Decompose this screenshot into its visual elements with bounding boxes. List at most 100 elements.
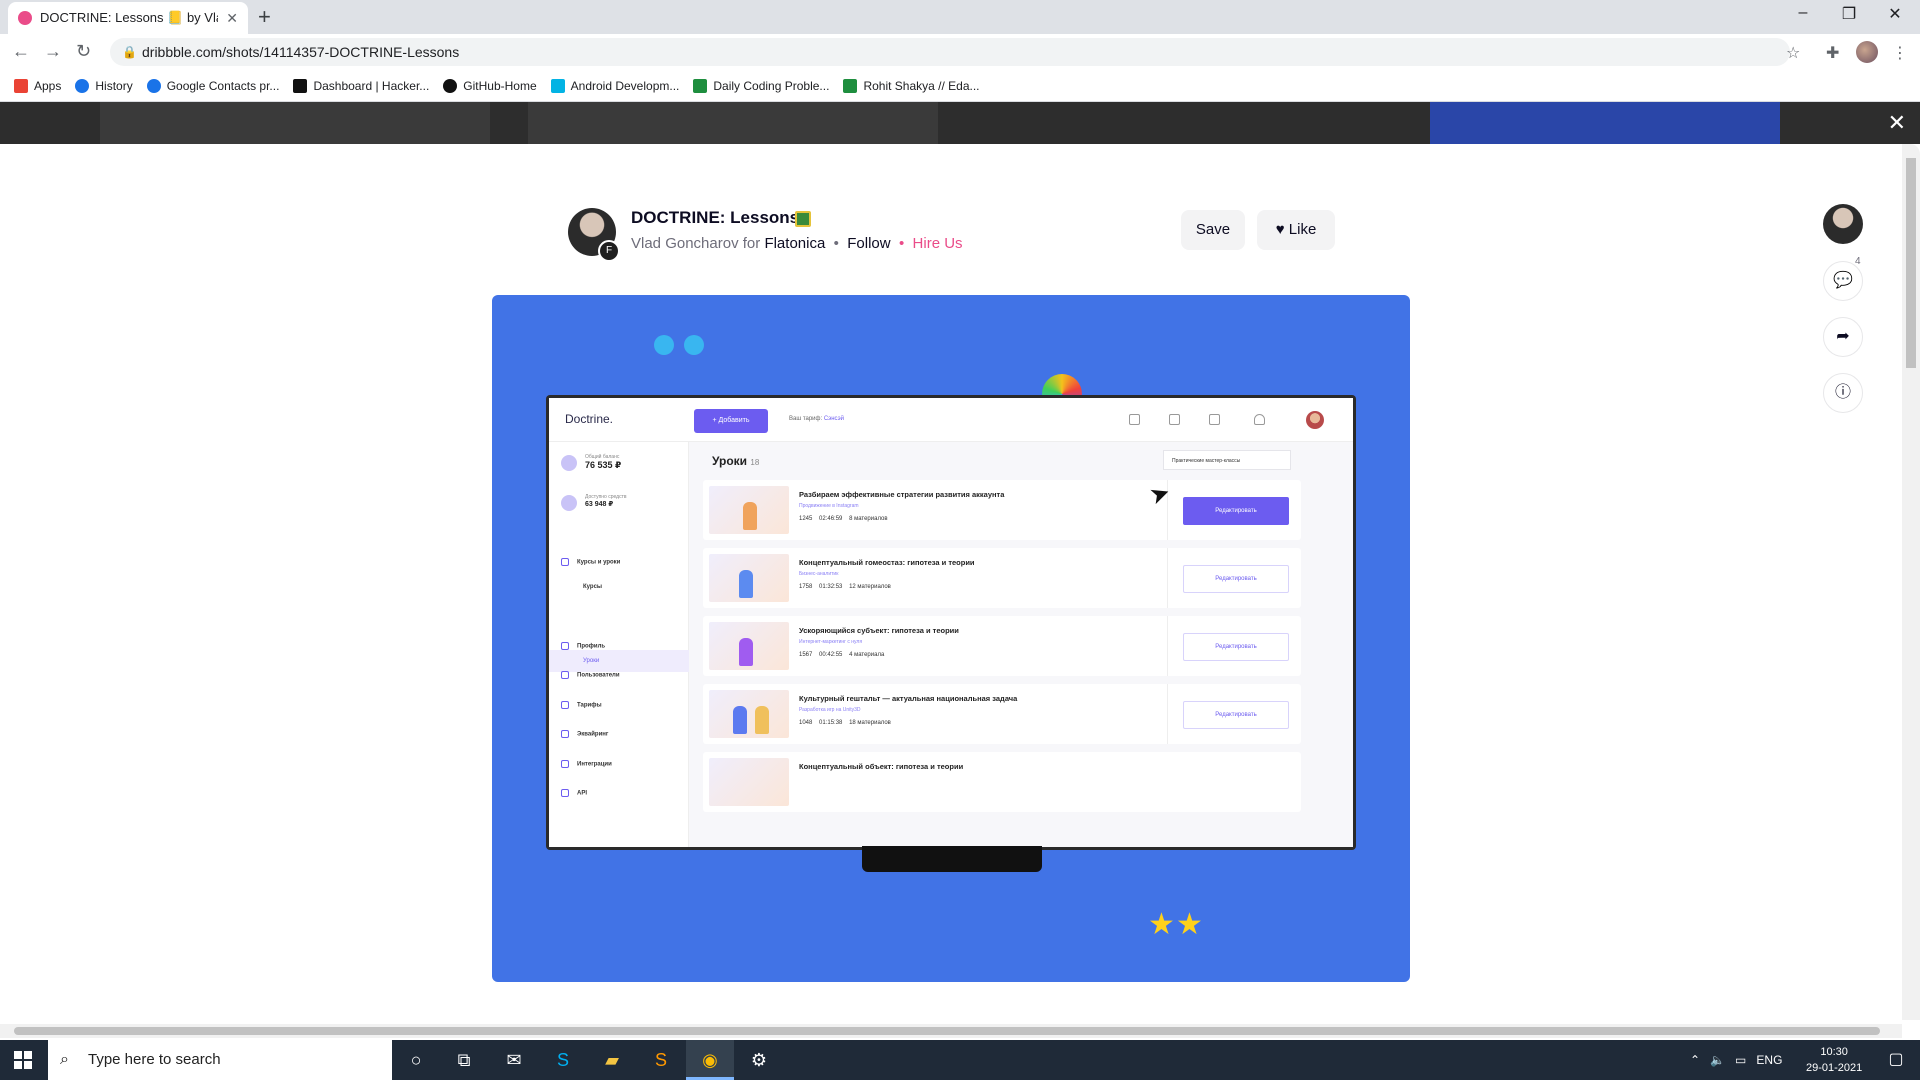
close-modal-icon[interactable]: ✕ (1888, 110, 1906, 136)
bookmark-item[interactable]: Google Contacts pr... (146, 78, 279, 93)
minimize-icon[interactable]: – (1780, 4, 1826, 22)
windows-start-icon[interactable] (14, 1051, 32, 1069)
sublime-text-icon[interactable]: S (637, 1040, 685, 1080)
card-icon (561, 730, 569, 738)
figure-illustration (733, 706, 747, 734)
restore-icon[interactable]: ❐ (1826, 4, 1872, 24)
follow-link[interactable]: Follow (847, 235, 890, 252)
close-tab-icon[interactable]: ✕ (226, 10, 238, 27)
search-icon: ⌕ (60, 1051, 69, 1068)
window-close-icon[interactable]: ✕ (1872, 4, 1918, 24)
chrome-profile-avatar[interactable] (1856, 41, 1878, 63)
lock-icon[interactable]: 🔒 (122, 38, 137, 66)
comment-icon: 💬 (1833, 272, 1853, 289)
browser-tab[interactable]: DOCTRINE: Lessons 📒 by Vlad G ✕ (8, 2, 248, 34)
forward-arrow-icon[interactable]: → (44, 41, 62, 62)
back-arrow-icon[interactable]: ← (12, 41, 30, 62)
network-icon[interactable]: ▭ (1735, 1053, 1746, 1067)
menu-kebab-icon[interactable]: ⋮ (1892, 43, 1908, 63)
extensions-icon[interactable]: ✚ (1826, 43, 1839, 63)
divider (1167, 548, 1168, 608)
bookmark-item[interactable]: Android Developm... (550, 78, 679, 93)
braces-icon (561, 789, 569, 797)
bookmark-item[interactable]: History (75, 78, 133, 93)
monitor-stand (862, 846, 1042, 872)
chevron-up-icon[interactable]: ⌃ (1690, 1053, 1700, 1067)
bookmark-item[interactable]: Rohit Shakya // Eda... (843, 78, 980, 93)
divider (1167, 616, 1168, 676)
lesson-illustration (709, 486, 789, 534)
book-icon (561, 558, 569, 566)
byline: Vlad Goncharov for Flatonica • Follow • … (631, 235, 963, 252)
lesson-illustration (709, 690, 789, 738)
divider (1167, 684, 1168, 744)
bell-icon (1254, 414, 1265, 425)
lesson-title: Концептуальный объект: гипотеза и теории (799, 762, 964, 771)
like-button[interactable]: ♥ Like (1257, 210, 1335, 250)
scrollbar-thumb[interactable] (1906, 158, 1916, 368)
edabit-icon (843, 78, 858, 93)
bookmark-star-icon[interactable]: ☆ (1786, 43, 1800, 63)
clipboard-icon (1169, 414, 1180, 425)
new-tab-icon[interactable]: + (258, 4, 271, 30)
clock[interactable]: 10:30 29-01-2021 (1806, 1044, 1862, 1076)
team-link[interactable]: Flatonica (764, 235, 825, 252)
share-button[interactable]: ➦ (1823, 317, 1863, 357)
scrollbar-thumb[interactable] (14, 1027, 1880, 1035)
edit-button: Редактировать (1183, 701, 1289, 729)
save-button[interactable]: Save (1181, 210, 1245, 250)
sidebar-author-avatar[interactable] (1823, 204, 1863, 244)
task-view-icon[interactable]: ⧉ (440, 1040, 488, 1080)
skype-icon[interactable]: S (539, 1040, 587, 1080)
comments-button[interactable]: 💬 (1823, 261, 1863, 301)
notifications-icon[interactable]: ▢ (1872, 1040, 1920, 1080)
share-arrow-icon: ➦ (1836, 328, 1850, 345)
background-shot (1430, 102, 1780, 144)
clock-date: 29-01-2021 (1806, 1062, 1863, 1074)
bookmark-item[interactable]: Apps (14, 78, 61, 93)
taskbar-search-input[interactable]: ⌕ Type here to search (48, 1040, 392, 1080)
shot-title: DOCTRINE: Lessons (631, 208, 800, 227)
reload-icon[interactable]: ↻ (76, 41, 91, 62)
nav-profile: Профиль (561, 642, 605, 650)
bookmark-item[interactable]: Daily Coding Proble... (693, 78, 829, 93)
app-taskbar-icon[interactable]: ⚙ (735, 1040, 783, 1080)
shot-image[interactable]: ★ ★ Doctrine. + Добавить Ваш тариф: Сэнс… (492, 295, 1410, 982)
app-logo: Doctrine. (565, 412, 614, 426)
bookmark-item[interactable]: Dashboard | Hacker... (293, 78, 429, 93)
bookmark-item[interactable]: GitHub-Home (443, 78, 537, 93)
horizontal-scrollbar[interactable] (0, 1024, 1902, 1038)
background-shot (100, 102, 490, 144)
background-shot (528, 102, 938, 144)
browser-toolbar: ← → ↻ 🔒 dribbble.com/shots/14114357-DOCT… (0, 34, 1920, 70)
chrome-taskbar-icon[interactable]: ◉ (686, 1040, 734, 1080)
lesson-card: Культурный гештальт — актуальная национа… (703, 684, 1301, 744)
hire-us-link[interactable]: Hire Us (913, 235, 963, 252)
language-indicator[interactable]: ENG (1756, 1053, 1782, 1067)
author-link[interactable]: Vlad Goncharov (631, 235, 739, 252)
file-explorer-icon[interactable]: ▰ (588, 1040, 636, 1080)
volume-icon[interactable]: 🔈 (1710, 1053, 1725, 1067)
lesson-course: Бизнес-аналитик (799, 571, 839, 577)
lesson-meta: 1048 01:15:38 18 материалов (799, 720, 891, 726)
mail-icon (1209, 414, 1220, 425)
lesson-meta: 1567 00:42:55 4 материала (799, 652, 885, 658)
lesson-card: Разбираем эффективные стратегии развития… (703, 480, 1301, 540)
nav-users: Пользователи (561, 671, 620, 679)
app-screen: Doctrine. + Добавить Ваш тариф: Сэнсэй О… (549, 398, 1353, 847)
notebook-emoji-icon (795, 211, 811, 227)
vertical-scrollbar[interactable] (1902, 144, 1920, 1020)
app-add-button: + Добавить (694, 409, 768, 433)
nav-integrations: Интеграции (561, 760, 612, 768)
nav-lessons-active: Уроки (549, 650, 689, 672)
cortana-icon[interactable]: ○ (392, 1040, 440, 1080)
decorative-dot (654, 335, 674, 355)
info-button[interactable]: ⓘ (1823, 373, 1863, 413)
url-text: dribbble.com/shots/14114357-DOCTRINE-Les… (142, 44, 460, 60)
lesson-card: Концептуальный объект: гипотеза и теории (703, 752, 1301, 812)
taskbar: ⌕ Type here to search ○ ⧉ ✉ S ▰ S ◉ ⚙ ⌃ … (0, 1040, 1920, 1080)
mail-app-icon[interactable]: ✉ (490, 1040, 538, 1080)
decorative-dot (684, 335, 704, 355)
address-bar[interactable]: 🔒 dribbble.com/shots/14114357-DOCTRINE-L… (110, 38, 1790, 66)
nav-acquiring: Эквайринг (561, 730, 608, 738)
